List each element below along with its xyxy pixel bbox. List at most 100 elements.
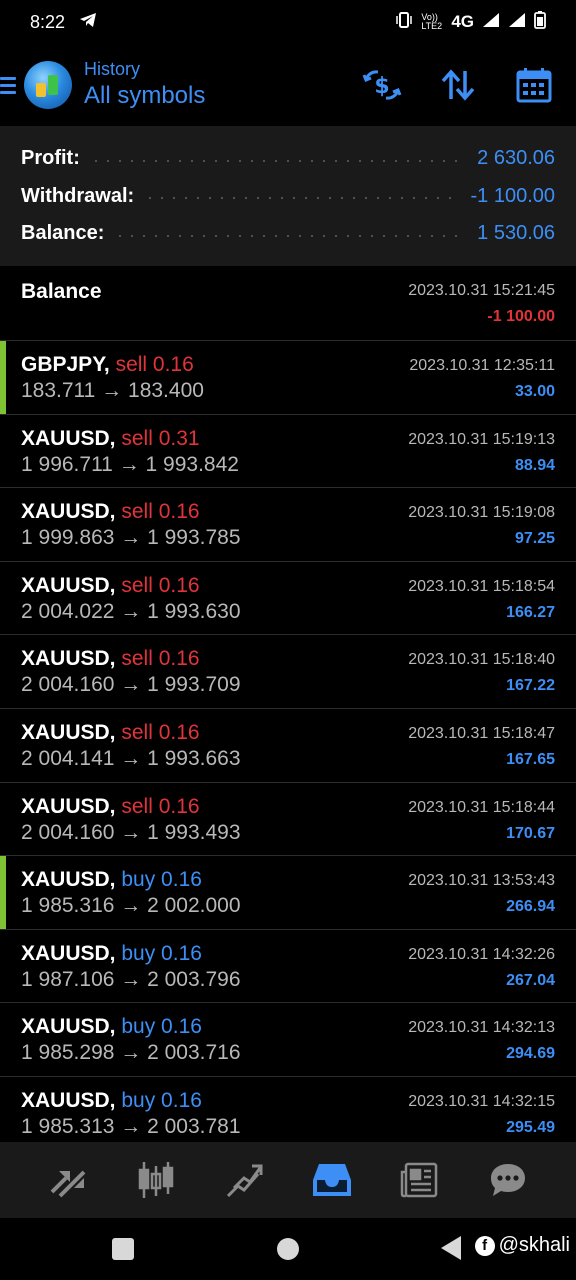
deal-symbol: XAUUSD, — [21, 500, 116, 524]
deal-title: XAUUSD, buy 0.16 — [21, 1015, 202, 1039]
chat-icon[interactable] — [485, 1157, 531, 1203]
deal-prices: 2 004.160 → 1 993.709 — [21, 673, 241, 697]
deal-row[interactable]: XAUUSD, sell 0.16 2 004.022 → 1 993.630 20… — [0, 562, 576, 636]
profit-label: Profit: — [21, 147, 80, 170]
deal-profit: 266.94 — [506, 898, 555, 916]
deal-prices: 1 999.863 → 1 993.785 — [21, 526, 241, 550]
deal-side: sell 0.16 — [115, 353, 194, 376]
title-block[interactable]: History All symbols — [84, 58, 205, 112]
deal-accent-bar — [0, 341, 6, 414]
deal-row[interactable]: XAUUSD, buy 0.16 1 987.106 → 2 003.796 202… — [0, 930, 576, 1004]
vibrate-icon — [395, 12, 413, 32]
deal-prices: 2 004.022 → 1 993.630 — [21, 599, 241, 623]
deal-row[interactable]: XAUUSD, sell 0.31 1 996.711 → 1 993.842 20… — [0, 415, 576, 489]
balance-entry[interactable]: Balance 2023.10.31 15:21:45 -1 100.00 — [0, 266, 576, 341]
home-button[interactable] — [277, 1238, 299, 1260]
currency-exchange-icon[interactable]: $ — [362, 65, 402, 105]
deal-time: 2023.10.31 14:32:15 — [408, 1092, 555, 1110]
deal-time: 2023.10.31 13:53:43 — [408, 872, 555, 890]
deal-prices: 2 004.160 → 1 993.493 — [21, 820, 241, 844]
deal-time: 2023.10.31 15:18:40 — [408, 651, 555, 669]
deal-title: XAUUSD, sell 0.16 — [21, 500, 200, 524]
trade-icon[interactable] — [221, 1157, 267, 1203]
deal-symbol: XAUUSD, — [21, 794, 116, 818]
dotted-leader — [144, 197, 461, 200]
deal-profit: 295.49 — [506, 1118, 555, 1136]
deals-list[interactable]: Balance 2023.10.31 15:21:45 -1 100.00 GB… — [0, 266, 576, 1142]
deal-accent-bar — [0, 856, 6, 929]
deal-side: sell 0.16 — [121, 647, 200, 671]
news-icon[interactable] — [397, 1157, 443, 1203]
balance-entry-title: Balance — [21, 280, 102, 303]
deal-side: sell 0.16 — [121, 794, 200, 818]
deal-time: 2023.10.31 14:32:26 — [408, 945, 555, 963]
deal-side: sell 0.31 — [121, 426, 200, 450]
deal-profit: 97.25 — [514, 530, 555, 548]
deal-side: sell 0.16 — [121, 720, 200, 744]
quotes-icon[interactable] — [45, 1157, 91, 1203]
back-button[interactable] — [441, 1236, 461, 1260]
balance-row: Balance: 1 530.06 — [21, 215, 555, 253]
profit-value: 2 630.06 — [477, 147, 555, 170]
deal-time: 2023.10.31 15:18:44 — [408, 798, 555, 816]
deal-profit: 33.00 — [514, 383, 555, 400]
calendar-icon[interactable] — [514, 65, 554, 105]
deal-title: XAUUSD, buy 0.16 — [21, 1089, 202, 1113]
deal-prices: 1 996.711 → 1 993.842 — [21, 452, 239, 476]
deal-title: XAUUSD, buy 0.16 — [21, 868, 202, 892]
telegram-icon — [79, 12, 97, 33]
header-title: All symbols — [84, 82, 206, 109]
deal-prices: 1 987.106 → 2 003.796 — [21, 967, 241, 991]
signal-icon-2 — [508, 12, 526, 32]
deal-title: XAUUSD, buy 0.16 — [21, 942, 202, 966]
sort-icon[interactable] — [438, 65, 478, 105]
withdrawal-row: Withdrawal: -1 100.00 — [21, 178, 555, 216]
deal-symbol: XAUUSD, — [21, 720, 116, 744]
signal-icon — [482, 12, 500, 32]
battery-icon — [534, 11, 546, 33]
header-subtitle: History — [84, 59, 141, 79]
profit-row: Profit: 2 630.06 — [21, 140, 555, 178]
balance-value: 1 530.06 — [477, 222, 555, 245]
balance-label: Balance: — [21, 222, 105, 245]
deal-side: buy 0.16 — [121, 1088, 202, 1112]
deal-profit: 166.27 — [506, 603, 555, 621]
deal-row[interactable]: XAUUSD, buy 0.16 1 985.313 → 2 003.781 202… — [0, 1077, 576, 1142]
deal-profit: 294.69 — [506, 1045, 555, 1063]
deal-symbol: GBPJPY, — [21, 353, 110, 376]
deal-row[interactable]: GBPJPY, sell 0.16 183.711 → 183.400 2023.1… — [0, 341, 576, 415]
recents-button[interactable] — [112, 1238, 134, 1260]
deal-prices: 1 985.316 → 2 002.000 — [21, 894, 241, 918]
deal-side: buy 0.16 — [121, 1015, 202, 1039]
dotted-leader — [114, 234, 468, 237]
deal-row[interactable]: XAUUSD, buy 0.16 1 985.298 → 2 003.716 202… — [0, 1003, 576, 1077]
deal-time: 2023.10.31 14:32:13 — [408, 1019, 555, 1037]
deal-symbol: XAUUSD, — [21, 1015, 116, 1039]
network-type: 4G — [451, 12, 474, 31]
status-time: 8:22 — [30, 11, 66, 32]
volte-label: Vo)) LTE2 — [421, 12, 443, 31]
status-bar: 8:22 Vo)) LTE2 4G — [0, 0, 576, 44]
deal-profit: 267.04 — [506, 971, 555, 989]
chart-icon[interactable] — [133, 1157, 179, 1203]
bottom-nav — [0, 1142, 576, 1218]
deal-title: XAUUSD, sell 0.16 — [21, 647, 200, 671]
deal-row[interactable]: XAUUSD, sell 0.16 1 999.863 → 1 993.785 20… — [0, 488, 576, 562]
deal-time: 2023.10.31 15:19:08 — [408, 504, 555, 522]
facebook-icon: f — [474, 1235, 495, 1256]
history-icon[interactable] — [309, 1157, 355, 1203]
menu-icon[interactable] — [0, 76, 18, 94]
deal-prices: 1 985.313 → 2 003.781 — [21, 1114, 241, 1138]
deal-row[interactable]: XAUUSD, buy 0.16 1 985.316 → 2 002.000 202… — [0, 856, 576, 930]
deal-row[interactable]: XAUUSD, sell 0.16 2 004.160 → 1 993.709 20… — [0, 635, 576, 709]
watermark: f @skhali — [474, 1234, 570, 1257]
deal-time: 2023.10.31 15:18:54 — [408, 577, 555, 595]
balance-entry-amount: -1 100.00 — [487, 308, 555, 325]
deal-title: XAUUSD, sell 0.31 — [21, 427, 200, 451]
deal-title: XAUUSD, sell 0.16 — [21, 721, 200, 745]
system-nav-bar: f @skhali — [0, 1218, 576, 1280]
deal-profit: 167.22 — [506, 677, 555, 695]
deal-row[interactable]: XAUUSD, sell 0.16 2 004.141 → 1 993.663 20… — [0, 709, 576, 783]
deal-row[interactable]: XAUUSD, sell 0.16 2 004.160 → 1 993.493 20… — [0, 783, 576, 857]
deal-side: sell 0.16 — [121, 500, 200, 524]
